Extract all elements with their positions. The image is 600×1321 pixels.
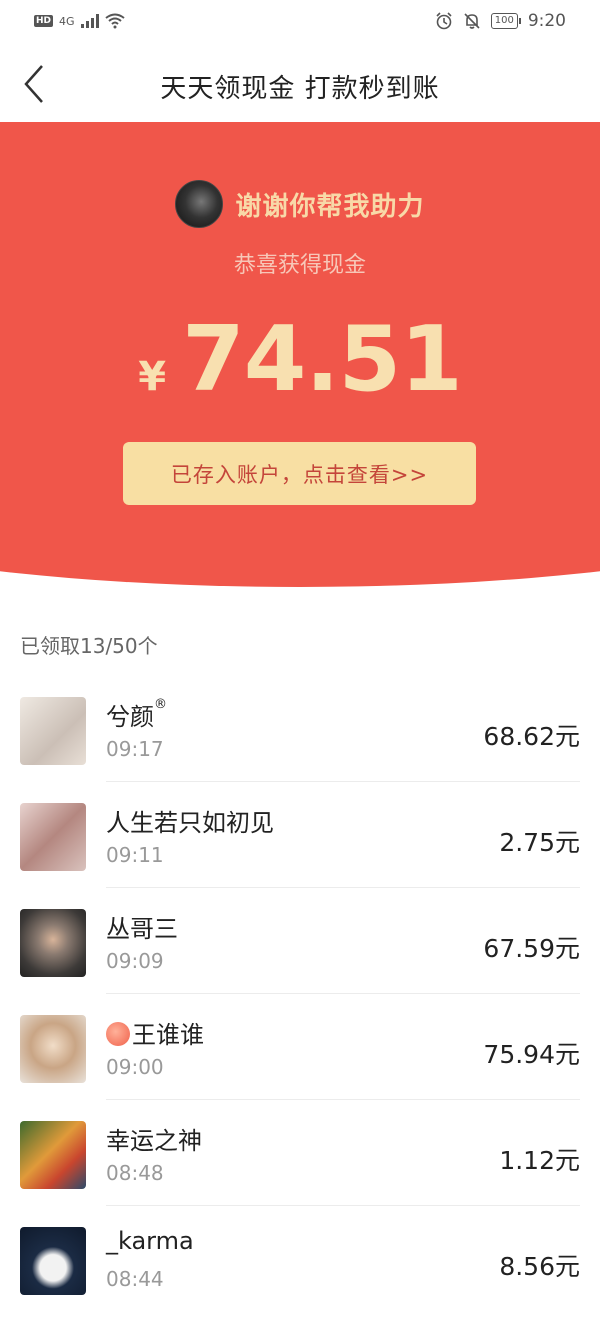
signal-icon <box>80 14 99 28</box>
battery-icon: 100 <box>490 13 521 29</box>
user-name: 人生若只如初见 <box>106 809 274 837</box>
list-item[interactable]: _karma 08:44 8.56元 <box>0 1215 600 1321</box>
claim-amount: 2.75元 <box>499 828 580 857</box>
clock: 9:20 <box>527 11 566 31</box>
divider <box>106 1099 580 1100</box>
status-right: 100 9:20 <box>435 11 566 31</box>
claim-amount: 67.59元 <box>483 934 580 963</box>
user-name: 幸运之神 <box>106 1127 202 1155</box>
avatar <box>20 909 86 977</box>
view-account-button[interactable]: 已存入账户，点击查看>> <box>123 442 476 505</box>
claim-amount: 8.56元 <box>499 1252 580 1281</box>
helper-avatar <box>175 180 224 228</box>
nav-bar: 天天领现金 打款秒到账 <box>0 44 600 122</box>
mute-bell-icon <box>464 13 480 29</box>
claim-amount: 1.12元 <box>499 1146 580 1175</box>
helper-row: 谢谢你帮我助力 <box>0 180 600 228</box>
divider <box>106 781 580 782</box>
claimed-count: 已领取13/50个 <box>20 634 158 658</box>
list-item[interactable]: 王谁谁 09:00 75.94元 <box>0 1003 600 1109</box>
claim-time: 09:09 <box>106 949 164 973</box>
divider <box>106 993 580 994</box>
records-list: 兮颜® 09:17 68.62元 人生若只如初见 09:11 2.75元 丛哥三… <box>0 685 600 1321</box>
claim-time: 08:44 <box>106 1267 164 1291</box>
status-bar: HD 4G 100 9:20 <box>0 0 600 44</box>
status-left: HD 4G <box>34 13 125 29</box>
claim-time: 09:11 <box>106 843 164 867</box>
claim-amount: 68.62元 <box>483 722 580 751</box>
cash-amount: 74.51 <box>182 307 463 412</box>
congrats-text: 恭喜获得现金 <box>233 253 366 278</box>
avatar <box>20 1015 86 1083</box>
list-item[interactable]: 兮颜® 09:17 68.62元 <box>0 685 600 791</box>
user-name: 兮颜® <box>106 697 167 731</box>
network-label: 4G <box>59 14 75 28</box>
hd-badge: HD <box>34 15 54 27</box>
claim-amount: 75.94元 <box>483 1040 580 1069</box>
user-name: _karma <box>106 1227 194 1255</box>
amount-row: ¥ 74.51 <box>0 307 600 412</box>
helper-text: 谢谢你帮我助力 <box>235 191 425 222</box>
currency-symbol: ¥ <box>138 354 167 400</box>
divider <box>106 1205 580 1206</box>
alarm-icon <box>436 12 452 30</box>
avatar <box>20 803 86 871</box>
registered-mark: ® <box>154 697 167 712</box>
peach-icon <box>106 1022 130 1046</box>
avatar <box>20 1227 86 1295</box>
reward-hero: 谢谢你帮我助力 恭喜获得现金 ¥ 74.51 已存入账户，点击查看>> <box>0 122 600 592</box>
list-item[interactable]: 人生若只如初见 09:11 2.75元 <box>0 791 600 897</box>
divider <box>106 887 580 888</box>
avatar <box>20 1121 86 1189</box>
user-name: 丛哥三 <box>106 915 178 943</box>
user-name: 王谁谁 <box>106 1015 204 1050</box>
list-item[interactable]: 幸运之神 08:48 1.12元 <box>0 1109 600 1215</box>
claim-time: 08:48 <box>106 1161 164 1185</box>
claim-time: 09:17 <box>106 737 164 761</box>
page-title: 天天领现金 打款秒到账 <box>160 74 440 104</box>
list-item[interactable]: 丛哥三 09:09 67.59元 <box>0 897 600 1003</box>
avatar <box>20 697 86 765</box>
hero-content: 谢谢你帮我助力 恭喜获得现金 ¥ 74.51 已存入账户，点击查看>> <box>0 122 600 592</box>
claim-time: 09:00 <box>106 1055 164 1079</box>
wifi-icon <box>104 13 125 29</box>
